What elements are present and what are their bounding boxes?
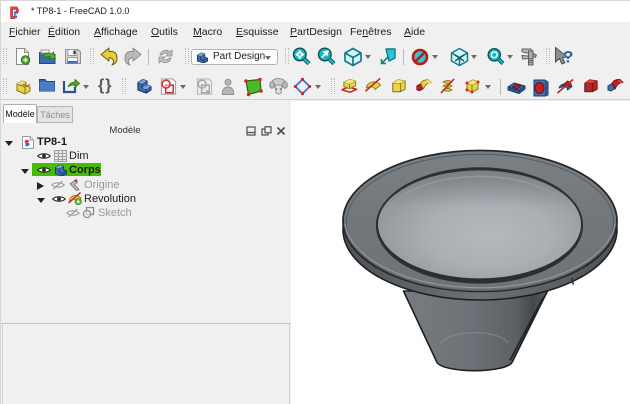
svg-text:?: ? [563, 48, 573, 67]
